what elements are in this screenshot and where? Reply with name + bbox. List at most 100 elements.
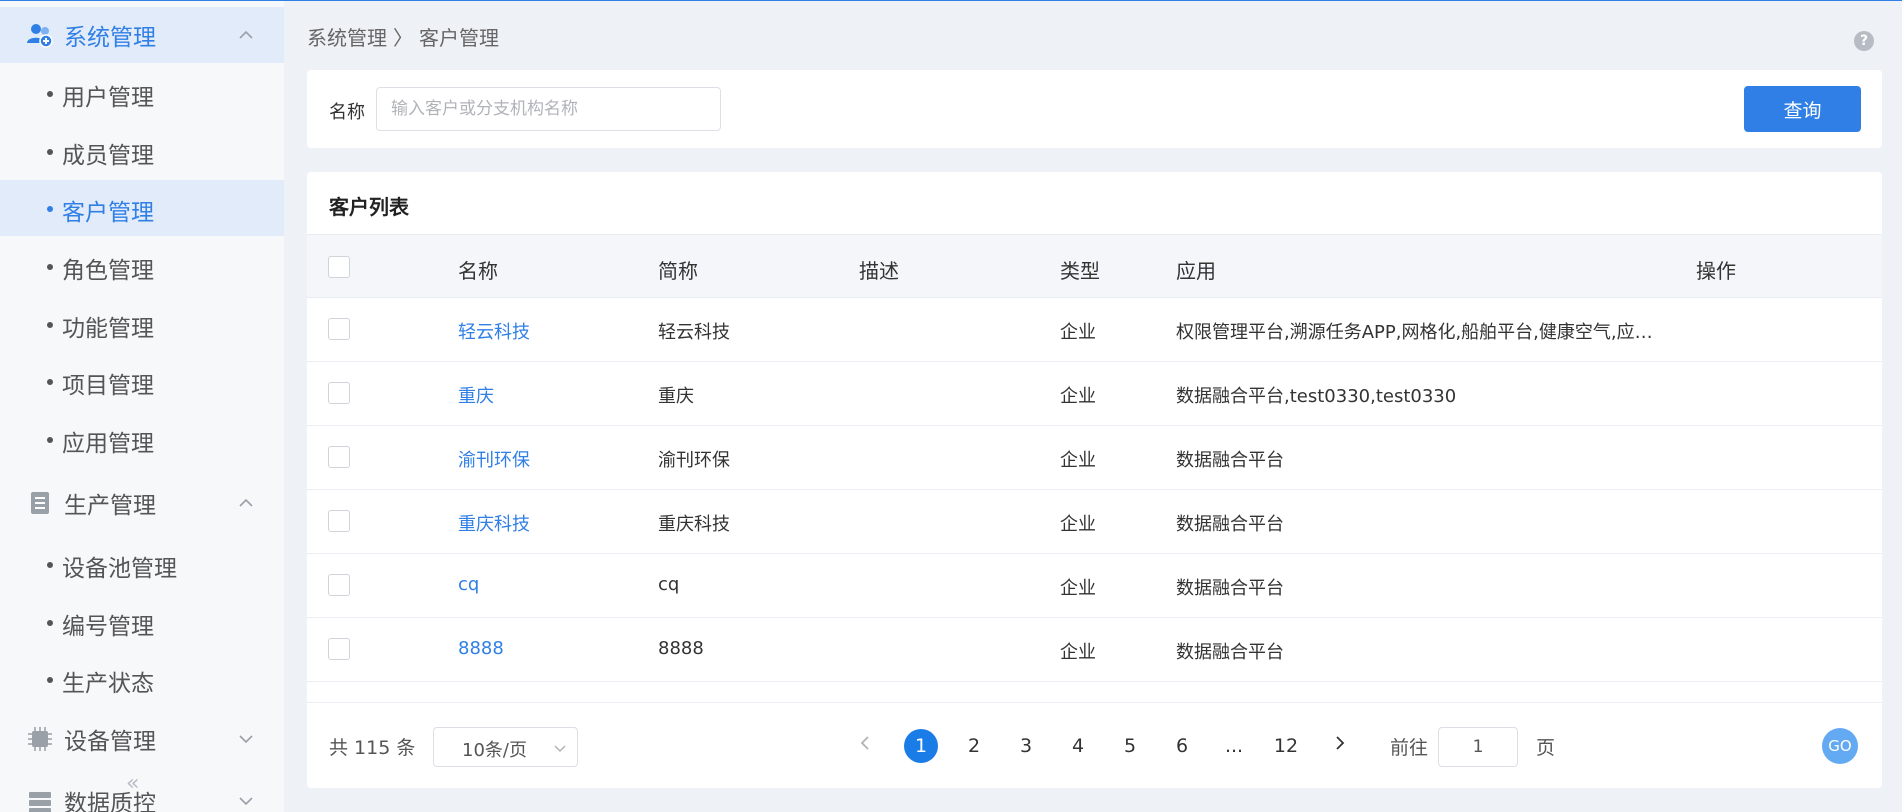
table-row: 轻云科技 轻云科技 企业 权限管理平台,溯源任务APP,网格化,船舶平台,健康空…: [307, 298, 1882, 362]
row-checkbox[interactable]: [328, 510, 350, 532]
customer-short-name: cq: [658, 574, 680, 595]
page-ellipsis[interactable]: ...: [1217, 729, 1251, 763]
collapse-sidebar-icon[interactable]: «: [126, 771, 139, 796]
customer-type: 企业: [1060, 578, 1096, 599]
customer-short-name: 渝刊环保: [658, 450, 730, 471]
sidebar-group-label: 生产管理: [64, 493, 156, 519]
customer-short-name: 重庆: [658, 386, 694, 407]
page-size-select[interactable]: 10条/页: [433, 727, 578, 767]
page-button-4[interactable]: 4: [1061, 729, 1095, 763]
sidebar-item-users[interactable]: 用户管理: [0, 65, 284, 121]
breadcrumb: 系统管理〉客户管理: [307, 22, 505, 51]
sidebar-item-functions[interactable]: 功能管理: [0, 296, 284, 352]
sidebar-group-devices[interactable]: 设备管理: [0, 711, 284, 767]
page-button-5[interactable]: 5: [1113, 729, 1147, 763]
bullet-dot: [47, 206, 53, 212]
row-checkbox[interactable]: [328, 318, 350, 340]
bullet-dot: [47, 149, 53, 155]
customer-apps: 数据融合平台: [1176, 578, 1284, 599]
sidebar-group-production[interactable]: 生产管理: [0, 475, 284, 531]
top-accent-line: [0, 0, 1902, 1]
prev-page-icon[interactable]: [856, 733, 874, 753]
sidebar-item-numbering[interactable]: 编号管理: [0, 594, 284, 650]
column-header-apps: 应用: [1176, 259, 1216, 283]
go-button[interactable]: GO: [1822, 728, 1858, 764]
table-row: 渝刊环保 渝刊环保 企业 数据融合平台: [307, 426, 1882, 490]
bullet-dot: [47, 264, 53, 270]
chevron-down-icon: [554, 745, 566, 753]
goto-label: 前往: [1390, 737, 1429, 759]
production-list-icon: [31, 492, 49, 514]
customer-apps: 数据融合平台: [1176, 642, 1284, 663]
users-manage-icon: [27, 24, 53, 48]
next-page-icon[interactable]: [1331, 733, 1349, 753]
customer-search-input[interactable]: [376, 87, 721, 131]
customer-name-link[interactable]: cq: [458, 574, 479, 595]
query-button[interactable]: 查询: [1744, 86, 1861, 132]
customer-name-link[interactable]: 渝刊环保: [458, 446, 530, 472]
table-row: cq cq 企业 数据融合平台: [307, 554, 1882, 618]
column-header-desc: 描述: [859, 259, 899, 283]
sidebar-item-roles[interactable]: 角色管理: [0, 238, 284, 294]
breadcrumb-parent[interactable]: 系统管理: [307, 26, 387, 50]
column-header-short: 简称: [658, 259, 698, 283]
goto-page-input[interactable]: [1438, 727, 1518, 767]
sidebar-item-label: 角色管理: [62, 258, 154, 284]
page-button-3[interactable]: 3: [1009, 729, 1043, 763]
sidebar-item-label: 生产状态: [62, 671, 154, 697]
sidebar-item-label: 功能管理: [62, 316, 154, 342]
select-all-checkbox[interactable]: [328, 256, 350, 278]
table-title: 客户列表: [329, 195, 409, 219]
chevron-up-icon: [239, 498, 253, 507]
sidebar-item-label: 项目管理: [62, 373, 154, 399]
column-header-actions: 操作: [1696, 259, 1736, 283]
sidebar-item-members[interactable]: 成员管理: [0, 123, 284, 179]
row-checkbox[interactable]: [328, 574, 350, 596]
column-header-type: 类型: [1060, 259, 1100, 283]
chevron-down-icon: [239, 797, 253, 806]
column-header-name: 名称: [458, 259, 498, 283]
row-checkbox[interactable]: [328, 446, 350, 468]
sidebar-group-label: 系统管理: [64, 25, 156, 51]
sidebar-item-label: 编号管理: [62, 614, 154, 640]
database-icon: [29, 792, 51, 812]
row-checkbox[interactable]: [328, 638, 350, 660]
customer-name-link[interactable]: 重庆科技: [458, 510, 530, 536]
sidebar-item-label: 设备池管理: [62, 556, 177, 582]
bullet-dot: [47, 322, 53, 328]
sidebar-item-projects[interactable]: 项目管理: [0, 353, 284, 409]
table-row: 8888 8888 企业 数据融合平台: [307, 618, 1882, 682]
name-label: 名称: [329, 102, 365, 123]
customer-short-name: 轻云科技: [658, 322, 730, 343]
table-row: 重庆科技 重庆科技 企业 数据融合平台: [307, 490, 1882, 554]
customer-name-link[interactable]: 轻云科技: [458, 318, 530, 344]
table-row: 重庆 重庆 企业 数据融合平台,test0330,test0330: [307, 362, 1882, 426]
sidebar-group-data-qc[interactable]: 数据质控: [0, 773, 284, 812]
page-button-2[interactable]: 2: [957, 729, 991, 763]
row-checkbox[interactable]: [328, 382, 350, 404]
customer-type: 企业: [1060, 322, 1096, 343]
bullet-dot: [47, 562, 53, 568]
sidebar-item-production-status[interactable]: 生产状态: [0, 651, 284, 707]
search-panel: 名称 查询: [307, 70, 1882, 148]
page-button-6[interactable]: 6: [1165, 729, 1199, 763]
sidebar-item-label: 客户管理: [62, 200, 154, 226]
help-icon[interactable]: ?: [1854, 31, 1874, 51]
sidebar-group-system[interactable]: 系统管理: [0, 7, 284, 63]
customer-short-name: 8888: [658, 638, 704, 659]
bullet-dot: [47, 437, 53, 443]
customer-type: 企业: [1060, 386, 1096, 407]
customer-name-link[interactable]: 8888: [458, 638, 504, 659]
sidebar-item-label: 应用管理: [62, 431, 154, 457]
page-button-1[interactable]: 1: [904, 729, 938, 763]
sidebar-item-customers[interactable]: 客户管理: [0, 180, 284, 236]
page-button-12[interactable]: 12: [1269, 729, 1303, 763]
total-count: 共 115 条: [329, 737, 416, 759]
customer-type: 企业: [1060, 514, 1096, 535]
pagination: 共 115 条 10条/页 1 2 3 4 5 6 ... 12 前往 页 GO: [307, 702, 1882, 788]
sidebar: 系统管理 用户管理 成员管理 客户管理 角色管理 功能管理 项目管理 应用管理 …: [0, 1, 284, 812]
customer-name-link[interactable]: 重庆: [458, 382, 494, 408]
sidebar-group-label: 数据质控: [64, 791, 156, 812]
sidebar-item-device-pool[interactable]: 设备池管理: [0, 536, 284, 592]
sidebar-item-apps[interactable]: 应用管理: [0, 411, 284, 467]
